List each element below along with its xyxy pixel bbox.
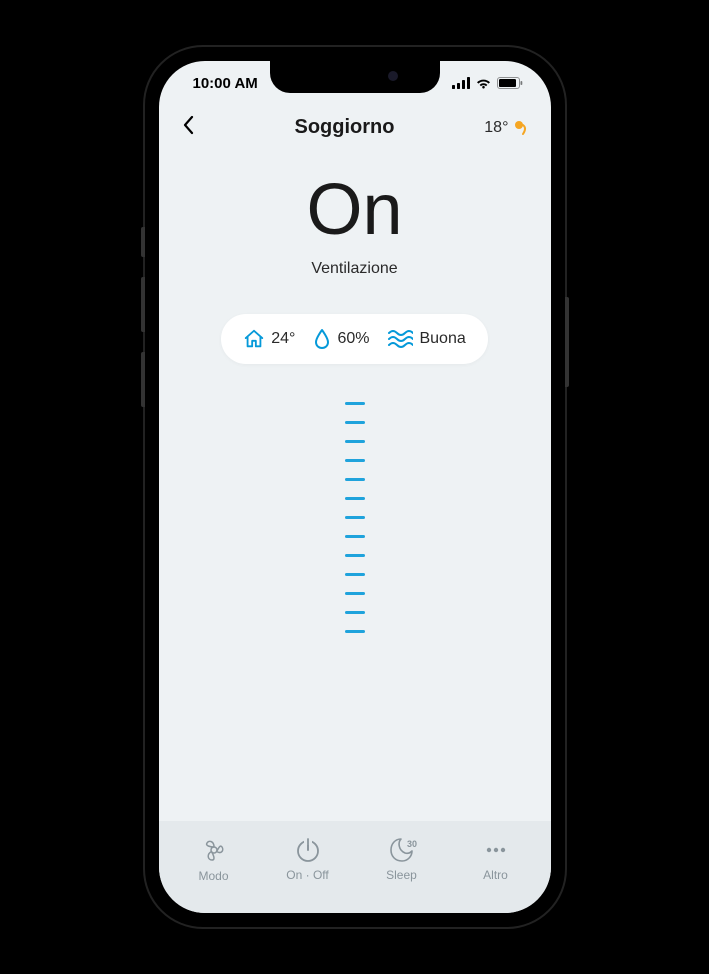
bottom-bar: Modo On · Off 30 Sleep Altro: [159, 821, 551, 913]
status-time: 10:00 AM: [193, 75, 258, 92]
modo-label: Modo: [198, 869, 228, 883]
power-state: On: [306, 174, 402, 246]
outdoor-temp-value: 18°: [484, 119, 508, 137]
info-pill: 24° 60% Buona: [221, 314, 488, 364]
phone-notch: [270, 61, 440, 93]
sleep-button[interactable]: 30 Sleep: [362, 836, 442, 882]
back-button[interactable]: [181, 115, 211, 140]
scale-tick: [345, 421, 365, 424]
more-icon: [481, 836, 511, 864]
phone-frame: 10:00 AM Soggiorno 18° On Ventilazione: [145, 47, 565, 927]
altro-button[interactable]: Altro: [456, 836, 536, 882]
scale-tick: [345, 611, 365, 614]
scale-tick: [345, 459, 365, 462]
sleep-badge-text: 30: [407, 839, 417, 849]
scale-tick: [345, 497, 365, 500]
app-header: Soggiorno 18°: [159, 105, 551, 146]
house-icon: [243, 328, 265, 350]
scale-tick: [345, 554, 365, 557]
onoff-label: On · Off: [286, 868, 328, 882]
scale-tick: [345, 630, 365, 633]
power-icon: [294, 836, 322, 864]
air-quality-value: Buona: [419, 330, 465, 348]
scale-tick: [345, 478, 365, 481]
scale-tick: [345, 592, 365, 595]
screen: 10:00 AM Soggiorno 18° On Ventilazione: [159, 61, 551, 913]
main-area: On Ventilazione 24° 60% Buona: [159, 146, 551, 821]
fan-scale[interactable]: [345, 402, 365, 633]
waves-icon: [387, 329, 413, 349]
scale-tick: [345, 573, 365, 576]
indoor-temp-item: 24°: [243, 328, 295, 350]
moon-icon: 30: [387, 836, 417, 864]
altro-label: Altro: [483, 868, 508, 882]
onoff-button[interactable]: On · Off: [268, 836, 348, 882]
scale-tick: [345, 402, 365, 405]
fan-icon: [199, 835, 229, 865]
status-icons: [452, 77, 523, 89]
mode-label: Ventilazione: [311, 260, 397, 278]
humidity-item: 60%: [313, 328, 369, 350]
air-quality-item: Buona: [387, 329, 465, 349]
indoor-temp-value: 24°: [271, 330, 295, 348]
sleep-label: Sleep: [386, 868, 417, 882]
signal-icon: [452, 77, 470, 89]
chevron-left-icon: [181, 115, 195, 135]
droplet-icon: [313, 328, 331, 350]
battery-icon: [497, 77, 523, 89]
scale-tick: [345, 516, 365, 519]
humidity-value: 60%: [337, 330, 369, 348]
wifi-icon: [475, 77, 492, 89]
scale-tick: [345, 440, 365, 443]
scale-tick: [345, 535, 365, 538]
page-title: Soggiorno: [295, 116, 395, 139]
outdoor-temp: 18°: [478, 119, 528, 137]
weather-icon: [514, 120, 528, 136]
modo-button[interactable]: Modo: [174, 835, 254, 883]
